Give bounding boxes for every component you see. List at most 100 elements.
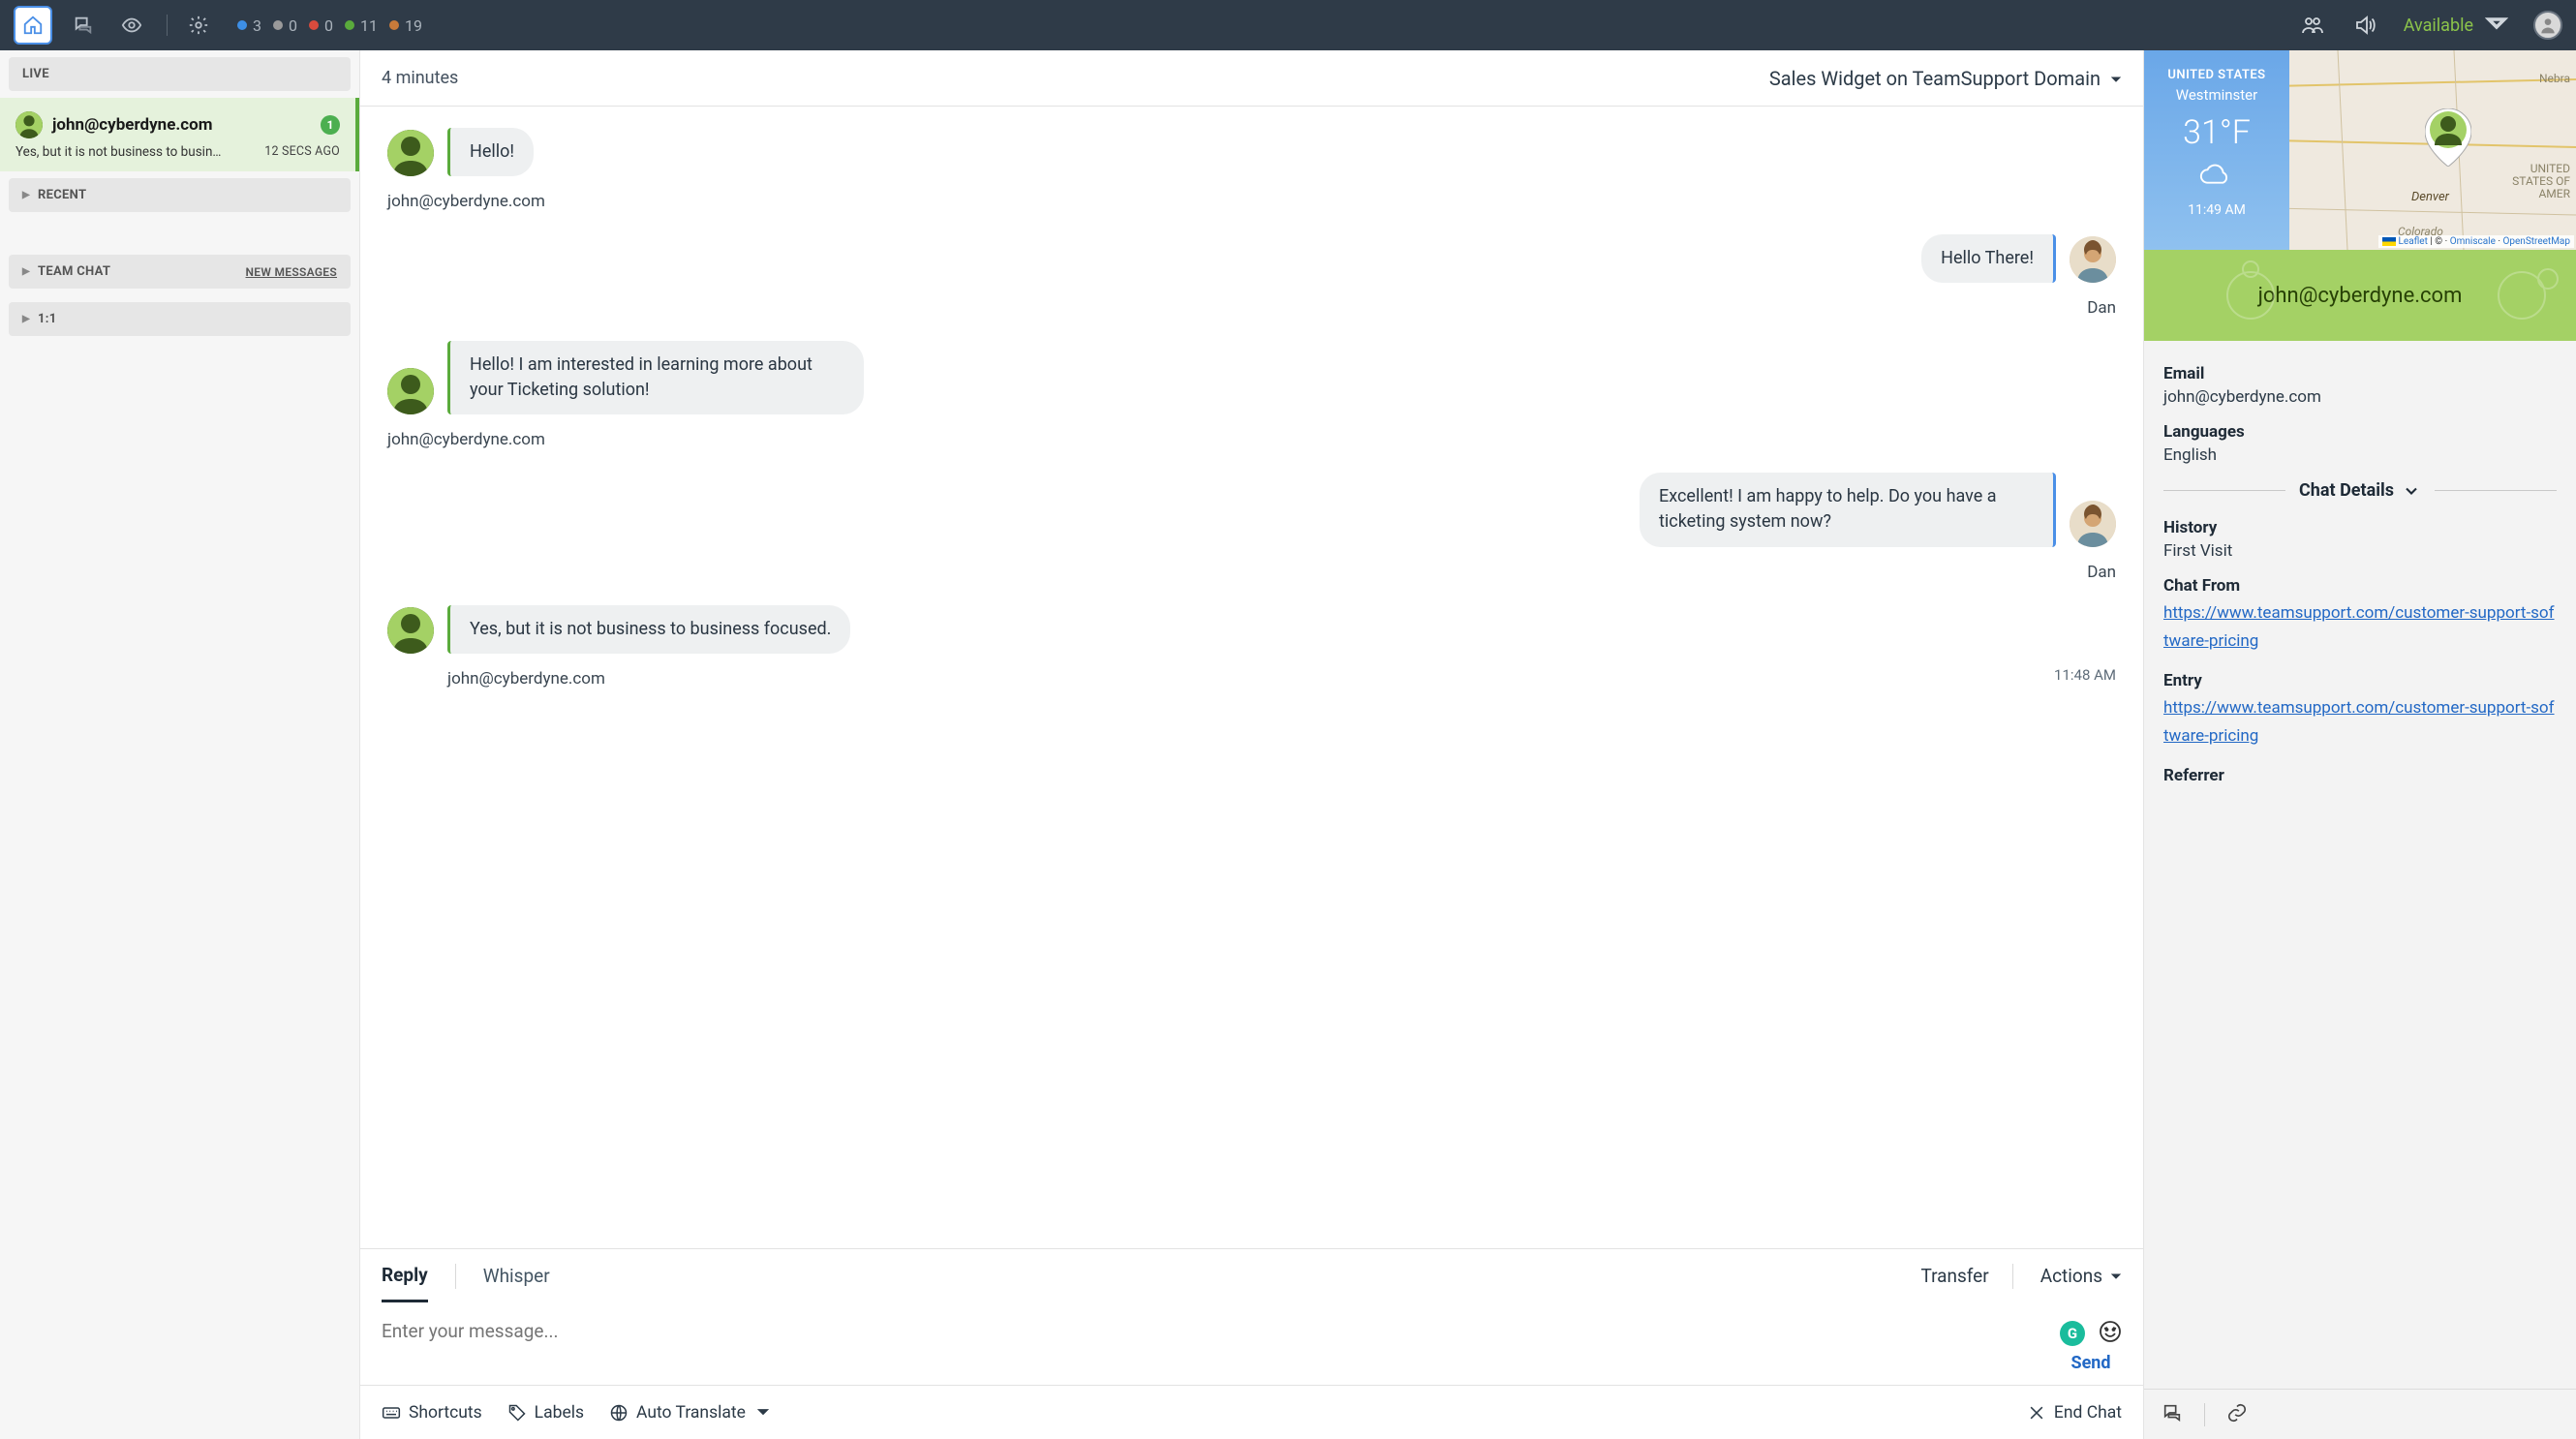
chevron-down-icon xyxy=(757,1403,769,1423)
message-bubble: Hello! xyxy=(447,128,534,176)
status-count: 11 xyxy=(360,16,378,35)
sidebar-section-live[interactable]: LIVE xyxy=(9,57,351,91)
current-user-avatar[interactable] xyxy=(2533,11,2562,40)
status-counters: 3001119 xyxy=(237,16,428,35)
message-input[interactable] xyxy=(382,1320,2060,1364)
status-dot xyxy=(389,20,399,30)
grammarly-icon[interactable]: G xyxy=(2060,1321,2085,1346)
tab-divider xyxy=(455,1264,456,1289)
message-sender: john@cyberdyne.com xyxy=(387,430,545,449)
chat-panel: 4 minutes Sales Widget on TeamSupport Do… xyxy=(360,50,2144,1439)
visitor-map[interactable]: Nebra UNITED STATES OF AMER Denver Color… xyxy=(2144,50,2576,250)
entry-link[interactable]: https://www.teamsupport.com/customer-sup… xyxy=(2163,698,2555,746)
topbar-divider xyxy=(167,15,168,36)
chevron-right-icon: ▶ xyxy=(22,266,30,277)
message-group: Hello! john@cyberdyne.com xyxy=(387,128,2116,211)
close-icon xyxy=(2027,1403,2046,1423)
status-dot xyxy=(345,20,354,30)
auto-translate-button[interactable]: Auto Translate xyxy=(609,1403,769,1423)
message-bubble: Hello There! xyxy=(1921,234,2056,283)
emoji-icon[interactable] xyxy=(2099,1320,2122,1347)
end-chat-button[interactable]: End Chat xyxy=(2027,1403,2122,1423)
map-attribution: Leaflet | © · Omniscale · OpenStreetMap xyxy=(2378,235,2575,248)
translate-icon xyxy=(609,1403,629,1423)
actions-label: Actions xyxy=(2040,1265,2102,1287)
availability-label: Available xyxy=(2404,15,2473,36)
weather-city: Westminster xyxy=(2144,86,2289,104)
link-icon[interactable] xyxy=(2226,1402,2248,1427)
chat-duration: 4 minutes xyxy=(382,68,458,88)
chat-from-link[interactable]: https://www.teamsupport.com/customer-sup… xyxy=(2163,603,2555,651)
chat-history-icon[interactable] xyxy=(2162,1402,2183,1427)
leaflet-link[interactable]: Leaflet xyxy=(2399,236,2428,247)
agent-avatar xyxy=(2070,501,2116,547)
shortcuts-button[interactable]: Shortcuts xyxy=(382,1403,482,1423)
message-sender: john@cyberdyne.com xyxy=(387,192,545,211)
people-icon[interactable] xyxy=(2299,12,2326,39)
tab-whisper[interactable]: Whisper xyxy=(483,1251,550,1301)
actions-dropdown[interactable]: Actions xyxy=(2040,1265,2122,1287)
message-bubble: Excellent! I am happy to help. Do you ha… xyxy=(1640,473,2056,546)
weather-widget: UNITED STATES Westminster 31°F 11:49 AM xyxy=(2144,50,2289,250)
chat-details-label: Chat Details xyxy=(2285,480,2402,501)
omniscale-link[interactable]: Omniscale xyxy=(2450,236,2496,247)
chat-source-label: Sales Widget on TeamSupport Domain xyxy=(1769,67,2101,90)
agent-avatar xyxy=(2070,236,2116,283)
sidebar-section-recent[interactable]: ▶RECENT xyxy=(9,178,351,212)
message-sender: john@cyberdyne.com xyxy=(447,669,605,689)
top-bar: 3001119 Available xyxy=(0,0,2576,50)
one-on-one-label: 1:1 xyxy=(38,312,56,326)
new-messages-link[interactable]: NEW MESSAGES xyxy=(246,265,337,279)
tab-reply[interactable]: Reply xyxy=(382,1250,428,1302)
message-row: Hello There! xyxy=(387,234,2116,283)
message-sender: Dan xyxy=(2087,563,2116,582)
send-button[interactable]: Send xyxy=(2070,1353,2110,1373)
sidebar-section-teamchat[interactable]: ▶ TEAM CHAT NEW MESSAGES xyxy=(9,255,351,289)
cloud-icon xyxy=(2144,164,2289,193)
chat-source-dropdown[interactable]: Sales Widget on TeamSupport Domain xyxy=(1769,67,2122,90)
map-label: Nebra xyxy=(2539,72,2570,85)
osm-link[interactable]: OpenStreetMap xyxy=(2503,236,2571,247)
chat-from-label: Chat From xyxy=(2163,576,2557,596)
transfer-button[interactable]: Transfer xyxy=(1920,1265,1988,1287)
weather-country: UNITED STATES xyxy=(2144,68,2289,82)
team-chat-label: TEAM CHAT xyxy=(38,264,110,279)
conversation-item[interactable]: john@cyberdyne.com 1 Yes, but it is not … xyxy=(0,98,359,171)
availability-dropdown[interactable]: Available xyxy=(2404,12,2508,40)
visitor-avatar xyxy=(15,111,43,138)
chat-details-toggle[interactable]: Chat Details xyxy=(2163,480,2557,501)
compose-box: G Send xyxy=(360,1302,2143,1385)
message-time: 11:48 AM xyxy=(2054,666,2116,684)
labels-button[interactable]: Labels xyxy=(507,1403,584,1423)
email-value: john@cyberdyne.com xyxy=(2163,387,2557,407)
recent-label: RECENT xyxy=(38,188,86,202)
sidebar: LIVE john@cyberdyne.com 1 Yes, but it is… xyxy=(0,50,360,1439)
sidebar-section-one-on-one[interactable]: ▶1:1 xyxy=(9,302,351,336)
unread-badge: 1 xyxy=(321,115,340,135)
gear-icon[interactable] xyxy=(185,12,212,39)
compose-footer: Shortcuts Labels Auto Translate End Chat xyxy=(360,1385,2143,1439)
email-label: Email xyxy=(2163,364,2557,383)
entry-label: Entry xyxy=(2163,671,2557,690)
conversation-time: 12 SECS AGO xyxy=(264,144,340,160)
message-row: Yes, but it is not business to business … xyxy=(387,605,2116,654)
history-value: First Visit xyxy=(2163,541,2557,561)
status-dot xyxy=(237,20,247,30)
map-label: UNITED STATES OF AMER xyxy=(2502,163,2570,201)
details-panel: Nebra UNITED STATES OF AMER Denver Color… xyxy=(2144,50,2576,1439)
referrer-label: Referrer xyxy=(2163,766,2557,785)
sound-icon[interactable] xyxy=(2351,12,2378,39)
weather-temp: 31°F xyxy=(2144,113,2289,152)
chat-messages: Hello!john@cyberdyne.comHello There!DanH… xyxy=(360,107,2143,1248)
chats-icon[interactable] xyxy=(70,12,97,39)
chevron-down-icon xyxy=(2110,1265,2122,1287)
main-layout: LIVE john@cyberdyne.com 1 Yes, but it is… xyxy=(0,50,2576,1439)
eye-icon[interactable] xyxy=(118,12,145,39)
message-group: Hello There!Dan xyxy=(387,234,2116,318)
status-count: 3 xyxy=(253,16,261,35)
home-button[interactable] xyxy=(14,6,52,45)
visitor-avatar xyxy=(387,368,434,414)
status-dot xyxy=(273,20,283,30)
details-body: Email john@cyberdyne.com Languages Engli… xyxy=(2144,341,2576,1389)
message-group: Excellent! I am happy to help. Do you ha… xyxy=(387,473,2116,581)
